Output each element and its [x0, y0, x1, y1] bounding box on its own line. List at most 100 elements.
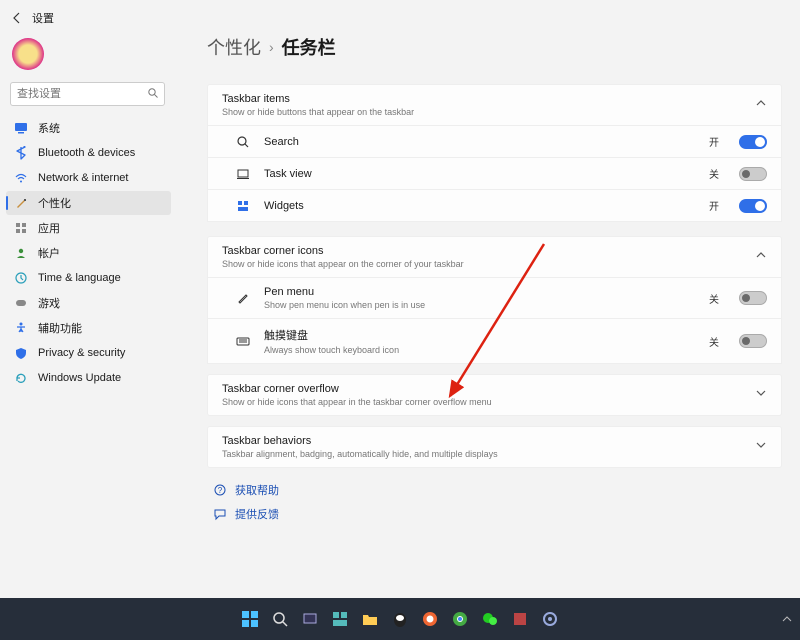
back-button[interactable] [10, 11, 24, 25]
browser-button[interactable] [418, 607, 442, 631]
taskview-icon [236, 167, 250, 181]
nav-network[interactable]: Network & internet [6, 166, 171, 190]
toggle-state: 关 [709, 166, 719, 181]
nav-list: 系统 Bluetooth & devices Network & interne… [6, 116, 171, 390]
nav-gaming[interactable]: 游戏 [6, 291, 171, 315]
toggle-taskview[interactable] [739, 167, 767, 181]
nav-time[interactable]: Time & language [6, 266, 171, 290]
toggle-keyboard[interactable] [739, 334, 767, 348]
chrome-button[interactable] [448, 607, 472, 631]
nav-label: Bluetooth & devices [38, 147, 135, 159]
brush-icon [14, 196, 28, 210]
row-label: Search [264, 136, 695, 148]
chevron-down-icon [755, 387, 767, 399]
row-taskview: Task view 关 [207, 158, 782, 190]
row-widgets: Widgets 开 [207, 190, 782, 222]
nav-update[interactable]: Windows Update [6, 366, 171, 390]
wechat-button[interactable] [478, 607, 502, 631]
shield-icon [14, 346, 28, 360]
keyboard-icon [236, 334, 250, 348]
chevron-right-icon: › [269, 39, 274, 55]
taskview-button[interactable] [298, 607, 322, 631]
section-sub: Show or hide icons that appear in the ta… [222, 397, 492, 407]
help-icon: ? [213, 483, 227, 497]
section-overflow[interactable]: Taskbar corner overflow Show or hide ico… [207, 374, 782, 416]
nav-label: 游戏 [38, 295, 60, 311]
svg-text:?: ? [218, 486, 223, 495]
link-label: 提供反馈 [235, 506, 279, 522]
feedback-link[interactable]: 提供反馈 [207, 502, 782, 526]
nav-apps[interactable]: 应用 [6, 216, 171, 240]
section-title: Taskbar behaviors [222, 435, 498, 447]
nav-personalization[interactable]: 个性化 [6, 191, 171, 215]
search-icon [147, 87, 159, 99]
toggle-state: 关 [709, 291, 719, 306]
row-touch-keyboard: 触摸键盘 Always show touch keyboard icon 关 [207, 319, 782, 364]
row-label: Task view [264, 168, 695, 180]
breadcrumb-parent[interactable]: 个性化 [207, 34, 261, 60]
toggle-state: 开 [709, 198, 719, 213]
nav-accessibility[interactable]: 辅助功能 [6, 316, 171, 340]
toggle-pen[interactable] [739, 291, 767, 305]
nav-privacy[interactable]: Privacy & security [6, 341, 171, 365]
system-tray [778, 610, 796, 628]
update-icon [14, 371, 28, 385]
taskbar [0, 598, 800, 640]
nav-label: 辅助功能 [38, 320, 82, 336]
toggle-widgets[interactable] [739, 199, 767, 213]
breadcrumb: 个性化 › 任务栏 [207, 6, 782, 80]
app-button[interactable] [508, 607, 532, 631]
section-title: Taskbar items [222, 93, 414, 105]
tray-chevron[interactable] [778, 610, 796, 628]
get-help-link[interactable]: ? 获取帮助 [207, 468, 782, 502]
chevron-up-icon [755, 97, 767, 109]
nav-label: Privacy & security [38, 347, 125, 359]
user-profile[interactable] [6, 34, 171, 80]
widgets-button[interactable] [328, 607, 352, 631]
bluetooth-icon [14, 146, 28, 160]
toggle-state: 关 [709, 334, 719, 349]
section-sub: Show or hide buttons that appear on the … [222, 107, 414, 117]
start-button[interactable] [238, 607, 262, 631]
toggle-search[interactable] [739, 135, 767, 149]
nav-system[interactable]: 系统 [6, 116, 171, 140]
wifi-icon [14, 171, 28, 185]
section-taskbar-items[interactable]: Taskbar items Show or hide buttons that … [207, 84, 782, 126]
nav-label: Network & internet [38, 172, 128, 184]
link-label: 获取帮助 [235, 482, 279, 498]
gaming-icon [14, 296, 28, 310]
row-sub: Show pen menu icon when pen is in use [264, 300, 695, 310]
section-corner-icons[interactable]: Taskbar corner icons Show or hide icons … [207, 236, 782, 278]
breadcrumb-current: 任务栏 [282, 34, 336, 60]
settings-button[interactable] [538, 607, 562, 631]
toggle-state: 开 [709, 134, 719, 149]
section-title: Taskbar corner overflow [222, 383, 492, 395]
widgets-icon [236, 199, 250, 213]
taskbar-search-button[interactable] [268, 607, 292, 631]
avatar [12, 38, 44, 70]
nav-label: 帐户 [38, 245, 60, 261]
clock-icon [14, 271, 28, 285]
row-label: 触摸键盘 [264, 327, 695, 343]
section-sub: Taskbar alignment, badging, automaticall… [222, 449, 498, 459]
section-title: Taskbar corner icons [222, 245, 464, 257]
row-label: Pen menu [264, 286, 695, 298]
section-behaviors[interactable]: Taskbar behaviors Taskbar alignment, bad… [207, 426, 782, 468]
row-label: Widgets [264, 200, 695, 212]
row-search: Search 开 [207, 126, 782, 158]
nav-label: 系统 [38, 120, 60, 136]
explorer-button[interactable] [358, 607, 382, 631]
search-icon [236, 135, 250, 149]
apps-icon [14, 221, 28, 235]
qq-button[interactable] [388, 607, 412, 631]
window-title: 设置 [32, 10, 54, 26]
row-pen-menu: Pen menu Show pen menu icon when pen is … [207, 278, 782, 319]
system-icon [14, 121, 28, 135]
nav-accounts[interactable]: 帐户 [6, 241, 171, 265]
search-input[interactable] [10, 82, 165, 106]
nav-label: Windows Update [38, 372, 121, 384]
nav-label: Time & language [38, 272, 121, 284]
nav-label: 应用 [38, 220, 60, 236]
nav-label: 个性化 [38, 195, 71, 211]
nav-bluetooth[interactable]: Bluetooth & devices [6, 141, 171, 165]
